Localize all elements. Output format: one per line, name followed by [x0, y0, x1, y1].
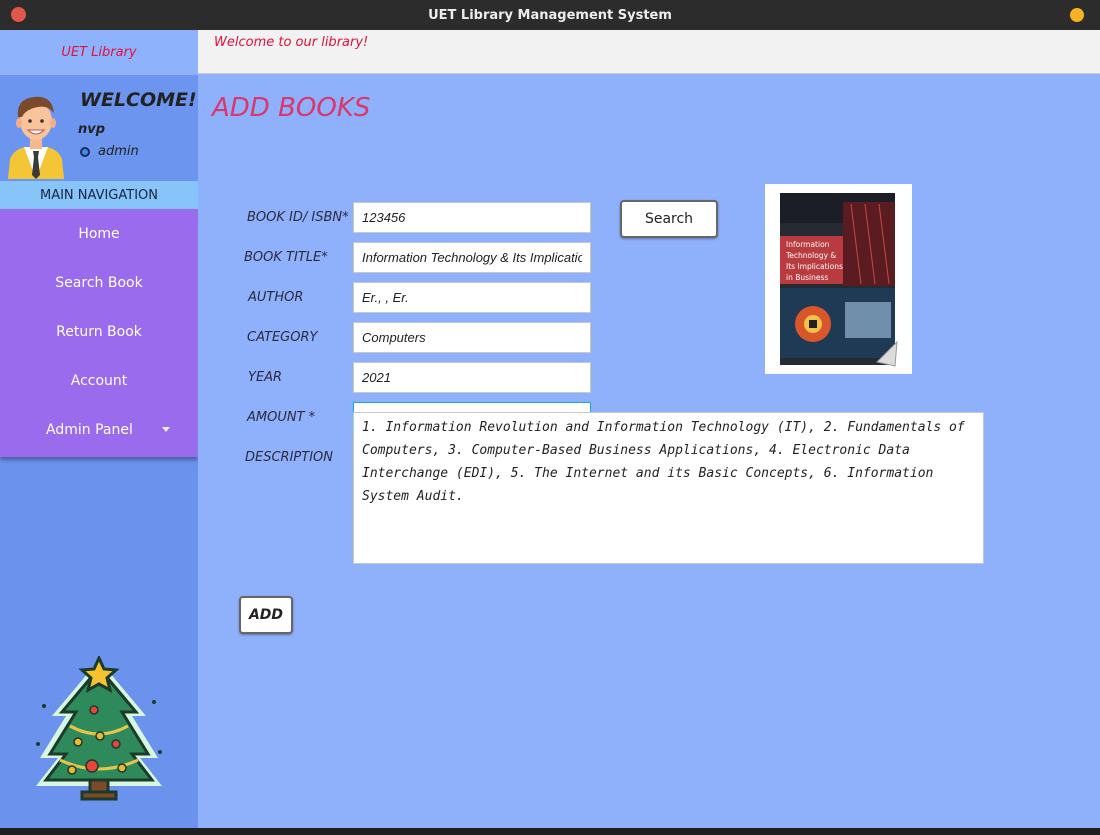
minimize-window-button[interactable] — [1070, 8, 1084, 22]
description-textarea[interactable]: 1. Information Revolution and Informatio… — [353, 412, 984, 564]
book-id-label: BOOK ID/ ISBN* — [247, 210, 349, 225]
nav-return-book-label: Return Book — [56, 324, 142, 340]
window-bottom-edge — [0, 828, 1100, 835]
category-input[interactable] — [353, 322, 591, 353]
banner-text: Welcome to our library! — [214, 35, 369, 50]
cover-line-3: Its Implications — [786, 262, 843, 271]
year-input[interactable] — [353, 362, 591, 393]
description-label: DESCRIPTION — [245, 450, 333, 465]
welcome-banner: Welcome to our library! — [198, 30, 1100, 74]
brand-label: UET Library — [0, 30, 198, 75]
book-cover-icon: Information Technology & Its Implication… — [780, 193, 898, 367]
user-avatar-icon — [8, 96, 64, 179]
book-title-input[interactable] — [353, 242, 591, 273]
chevron-down-icon — [162, 427, 170, 432]
welcome-heading: WELCOME! — [80, 89, 197, 111]
search-button[interactable]: Search — [620, 200, 718, 238]
book-title-label: BOOK TITLE* — [244, 250, 328, 265]
window-title: UET Library Management System — [428, 7, 672, 23]
page-title: ADD BOOKS — [212, 93, 371, 123]
nav-account[interactable]: Account — [0, 361, 198, 401]
book-id-input[interactable] — [353, 202, 591, 233]
cover-line-4: in Business — [786, 273, 828, 282]
close-window-button[interactable] — [11, 7, 26, 22]
cover-line-1: Information — [786, 240, 830, 249]
nav-admin-panel-label: Admin Panel — [46, 422, 133, 438]
year-label: YEAR — [248, 370, 283, 385]
book-cover-image: Information Technology & Its Implication… — [765, 184, 912, 374]
nav-home-label: Home — [78, 226, 120, 242]
username: nvp — [78, 122, 106, 137]
nav-search-book[interactable]: Search Book — [0, 263, 198, 303]
add-books-panel: ADD BOOKS BOOK ID/ ISBN* BOOK TITLE* AUT… — [198, 74, 1100, 828]
main-navigation: Home Search Book Return Book Account Adm… — [0, 209, 198, 457]
user-role: admin — [98, 144, 139, 159]
app-window: UET Library WELCOME! nvp admin MAIN NAVI… — [0, 30, 1100, 828]
window-titlebar: UET Library Management System — [0, 0, 1100, 30]
category-label: CATEGORY — [247, 330, 318, 345]
main-navigation-header: MAIN NAVIGATION — [0, 181, 198, 209]
add-button[interactable]: ADD — [239, 596, 293, 634]
christmas-tree-icon — [36, 656, 162, 801]
nav-account-label: Account — [70, 373, 128, 389]
sidebar: UET Library WELCOME! nvp admin MAIN NAVI… — [0, 30, 198, 828]
nav-admin-panel[interactable]: Admin Panel — [0, 410, 198, 450]
author-label: AUTHOR — [248, 290, 304, 305]
nav-home[interactable]: Home — [0, 214, 198, 254]
status-dot-icon — [80, 147, 90, 157]
nav-search-book-label: Search Book — [55, 275, 143, 291]
user-profile: WELCOME! nvp admin — [0, 75, 198, 181]
nav-return-book[interactable]: Return Book — [0, 312, 198, 352]
cover-line-2: Technology & — [785, 251, 836, 260]
author-input[interactable] — [353, 282, 591, 313]
amount-label: AMOUNT * — [247, 410, 316, 425]
